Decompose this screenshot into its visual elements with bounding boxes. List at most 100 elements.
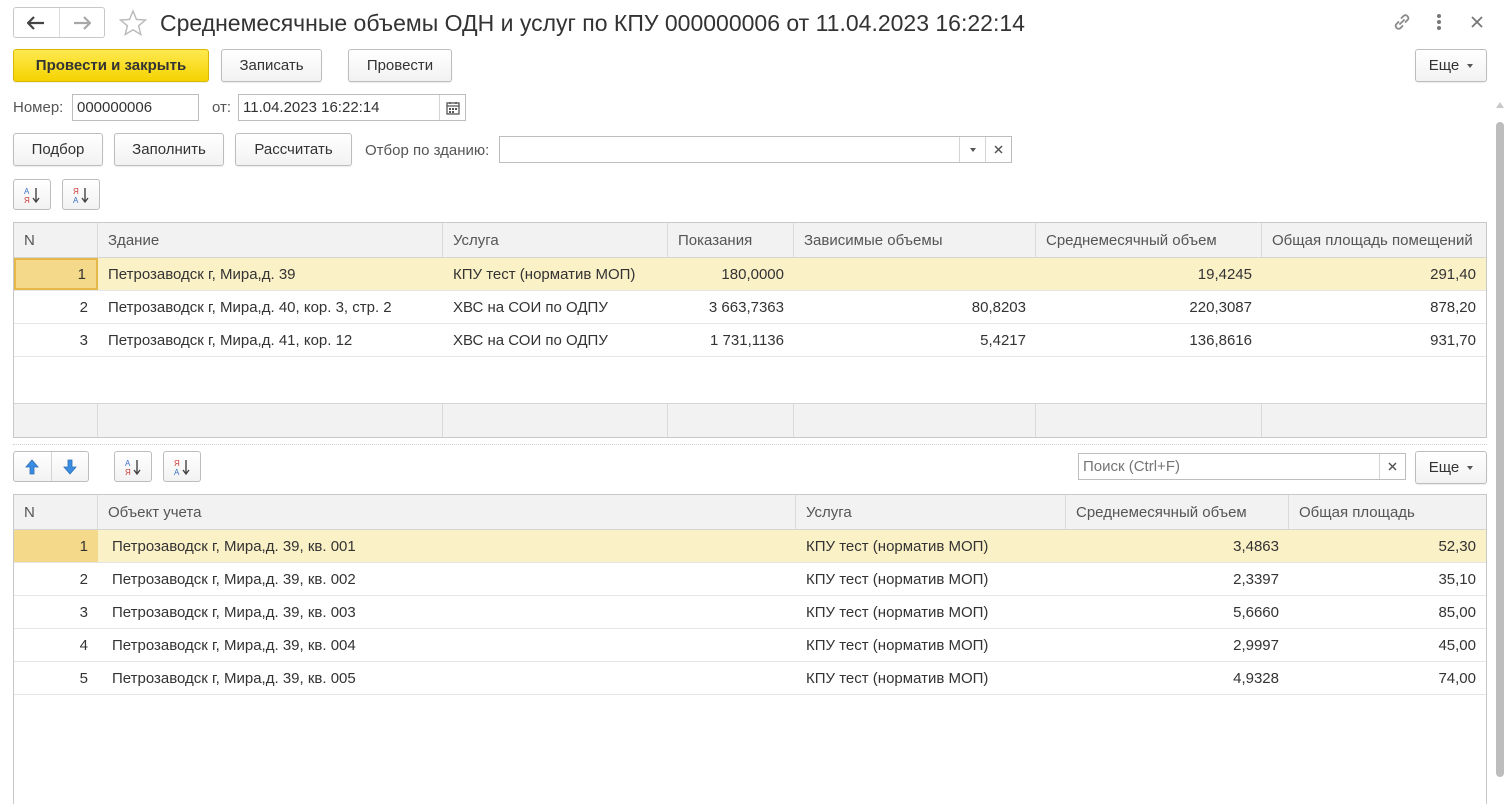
svg-text:А: А [73,196,79,205]
scroll-up-icon[interactable] [1496,102,1504,108]
column-header-avg[interactable]: Среднемесячный объем [1066,495,1289,529]
forward-button[interactable] [58,8,105,37]
column-header-service[interactable]: Услуга [796,495,1066,529]
splitter[interactable] [13,444,1487,445]
cell-area: 85,00 [1438,603,1476,621]
table-row[interactable]: 1 Петрозаводск г, Мира,д. 39 КПУ тест (н… [14,258,1486,291]
cell-area: 878,20 [1430,298,1476,316]
footer-cell [1036,404,1262,437]
cell-area: 52,30 [1438,537,1476,555]
table-row[interactable]: 2 Петрозаводск г, Мира,д. 40, кор. 3, ст… [14,291,1486,324]
number-label: Номер: [13,99,64,116]
more-button[interactable]: Еще [1415,49,1487,82]
cell-service: КПУ тест (норматив МОП) [806,603,989,621]
column-header-readings[interactable]: Показания [668,223,794,257]
table-row[interactable]: 5 Петрозаводск г, Мира,д. 39, кв. 005 КП… [14,662,1486,695]
sort-ascending-button[interactable]: А Я [13,179,51,210]
cell-service: ХВС на СОИ по ОДПУ [453,298,608,316]
column-header-n[interactable]: N [14,495,98,529]
footer-cell [443,404,668,437]
link-button[interactable] [1390,10,1414,34]
date-field[interactable]: 11.04.2023 16:22:14 [238,94,466,121]
table-row[interactable]: 1 Петрозаводск г, Мира,д. 39, кв. 001 КП… [14,530,1486,563]
cell-area: 45,00 [1438,636,1476,654]
table-row[interactable]: 2 Петрозаводск г, Мира,д. 39, кв. 002 КП… [14,563,1486,596]
move-up-button[interactable] [14,452,52,481]
arrow-left-icon [27,15,45,30]
close-button[interactable] [1465,10,1489,34]
number-value: 000000006 [77,99,153,116]
star-icon [119,9,147,36]
calendar-button[interactable] [439,95,465,120]
cell-object: Петрозаводск г, Мира,д. 39, кв. 004 [112,636,356,654]
more-button-label: Еще [1428,57,1460,74]
cell-area: 931,70 [1430,331,1476,349]
table-header: N Здание Услуга Показания Зависимые объе… [14,223,1486,258]
cell-building: Петрозаводск г, Мира,д. 40, кор. 3, стр.… [108,298,392,316]
cell-avg: 220,3087 [1189,298,1252,316]
svg-text:А: А [174,468,180,477]
svg-text:Я: Я [174,459,180,468]
date-label: от: [212,99,232,116]
table-row[interactable]: 4 Петрозаводск г, Мира,д. 39, кв. 004 КП… [14,629,1486,662]
svg-text:А: А [24,187,30,196]
filter-label: Отбор по зданию: [365,142,490,159]
cell-n: 1 [14,258,98,290]
close-icon [1388,462,1397,471]
sort-descending-button[interactable]: Я А [163,451,201,482]
more-menu-button[interactable] [1427,10,1451,34]
column-header-area[interactable]: Общая площадь [1289,495,1486,529]
column-header-building[interactable]: Здание [98,223,443,257]
filter-dropdown-button[interactable] [959,137,985,162]
footer-cell [668,404,794,437]
kebab-menu-icon [1437,14,1441,30]
building-filter-field[interactable] [499,136,1012,163]
table-header: N Объект учета Услуга Среднемесячный объ… [14,495,1486,530]
favorite-button[interactable] [118,8,148,38]
cell-area: 35,10 [1438,570,1476,588]
table-row[interactable]: 3 Петрозаводск г, Мира,д. 41, кор. 12 ХВ… [14,324,1486,357]
sort-descending-button[interactable]: Я А [62,179,100,210]
cell-readings: 3 663,7363 [708,298,784,316]
column-header-n[interactable]: N [14,223,98,257]
cell-service: КПУ тест (норматив МОП) [806,570,989,588]
chevron-down-icon [969,147,976,152]
footer-cell [98,404,443,437]
fill-button[interactable]: Заполнить [114,133,224,166]
sort-ascending-icon: А Я [125,459,141,477]
move-down-button[interactable] [52,452,89,481]
sort-ascending-button[interactable]: А Я [114,451,152,482]
cell-n: 1 [14,530,98,562]
date-value: 11.04.2023 16:22:14 [243,99,380,116]
save-button[interactable]: Записать [221,49,322,82]
column-header-area[interactable]: Общая площадь помещений [1262,223,1486,257]
table-footer [14,403,1486,437]
post-and-close-button[interactable]: Провести и закрыть [13,49,209,82]
footer-cell [1262,404,1486,437]
search-clear-button[interactable] [1379,454,1405,479]
column-header-service[interactable]: Услуга [443,223,668,257]
search-input[interactable] [1083,458,1353,475]
calculate-button[interactable]: Рассчитать [235,133,352,166]
pick-button[interactable]: Подбор [13,133,103,166]
more-button-table2[interactable]: Еще [1415,451,1487,484]
search-field[interactable] [1078,453,1406,480]
scrollbar-thumb[interactable] [1496,122,1504,777]
column-header-object[interactable]: Объект учета [98,495,796,529]
cell-readings: 180,0000 [721,265,784,283]
filter-clear-button[interactable] [985,137,1011,162]
post-button[interactable]: Провести [348,49,452,82]
table-row[interactable]: 3 Петрозаводск г, Мира,д. 39, кв. 003 КП… [14,596,1486,629]
number-field[interactable]: 000000006 [72,94,199,121]
back-button[interactable] [14,8,59,37]
buildings-table: N Здание Услуга Показания Зависимые объе… [13,222,1487,438]
move-buttons [13,451,89,482]
svg-text:Я: Я [73,187,79,196]
cell-avg: 19,4245 [1197,265,1252,283]
cell-building: Петрозаводск г, Мира,д. 39 [108,265,296,283]
close-icon [1471,16,1483,28]
column-header-dependent[interactable]: Зависимые объемы [794,223,1036,257]
cell-service: КПУ тест (норматив МОП) [806,669,989,687]
cell-avg: 2,9997 [1233,636,1279,654]
column-header-avg[interactable]: Среднемесячный объем [1036,223,1262,257]
